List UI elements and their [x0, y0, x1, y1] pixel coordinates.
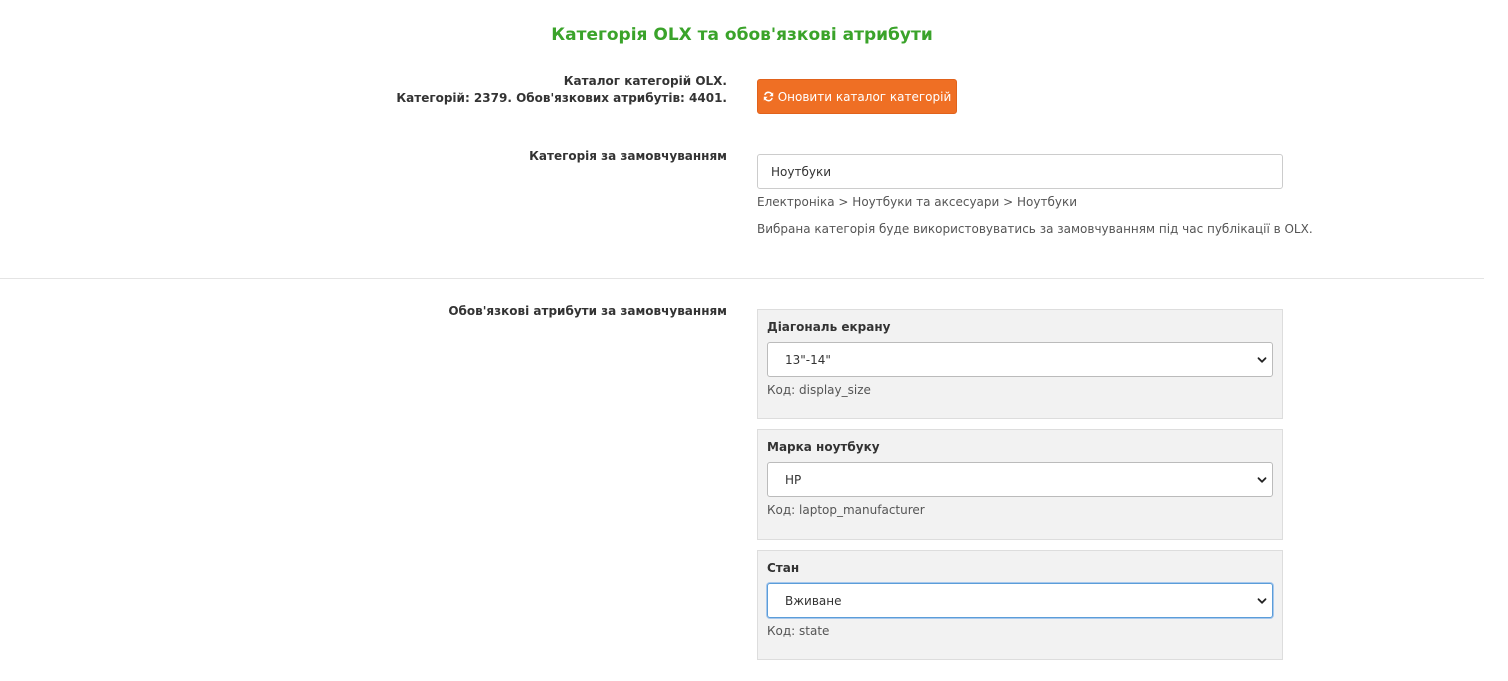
select-value: Вживане	[785, 593, 842, 608]
state-select[interactable]: Вживане	[767, 583, 1273, 618]
catalog-label: Каталог категорій OLX. Категорій: 2379. …	[396, 73, 727, 107]
display-size-select[interactable]: 13"-14"	[767, 342, 1273, 377]
attribute-name: Діагональ екрану	[767, 320, 891, 334]
chevron-down-icon	[1257, 477, 1267, 483]
attribute-code: Код: state	[767, 624, 830, 638]
attribute-laptop-manufacturer: Марка ноутбуку HP Код: laptop_manufactur…	[757, 429, 1283, 540]
attribute-code: Код: laptop_manufacturer	[767, 503, 925, 517]
select-value: 13"-14"	[785, 352, 831, 367]
page-title: Категорія OLX та обов'язкові атрибути	[551, 25, 933, 45]
section-divider	[0, 278, 1484, 279]
catalog-stats: Категорій: 2379. Обов'язкових атрибутів:…	[396, 91, 727, 105]
select-value: HP	[785, 472, 802, 487]
attribute-code: Код: display_size	[767, 383, 871, 397]
refresh-catalog-button-label: Оновити каталог категорій	[777, 89, 952, 104]
laptop-manufacturer-select[interactable]: HP	[767, 462, 1273, 497]
attribute-name: Стан	[767, 561, 800, 575]
default-category-input[interactable]	[757, 154, 1283, 189]
attribute-display-size: Діагональ екрану 13"-14" Код: display_si…	[757, 309, 1283, 419]
attribute-name: Марка ноутбуку	[767, 440, 880, 454]
attribute-state: Стан Вживане Код: state	[757, 550, 1283, 660]
olx-category-settings-page: Категорія OLX та обов'язкові атрибути Ка…	[0, 0, 1508, 681]
category-help-text: Вибрана категорія буде використовуватись…	[757, 222, 1313, 236]
default-category-label: Категорія за замовчуванням	[529, 149, 727, 163]
chevron-down-icon	[1257, 357, 1267, 363]
refresh-icon	[763, 91, 774, 102]
catalog-label-line1: Каталог категорій OLX.	[563, 74, 727, 88]
category-path: Електроніка > Ноутбуки та аксесуари > Но…	[757, 195, 1078, 209]
required-attributes-label: Обов'язкові атрибути за замовчуванням	[448, 304, 727, 318]
chevron-down-icon	[1257, 598, 1267, 604]
refresh-catalog-button[interactable]: Оновити каталог категорій	[757, 79, 957, 114]
